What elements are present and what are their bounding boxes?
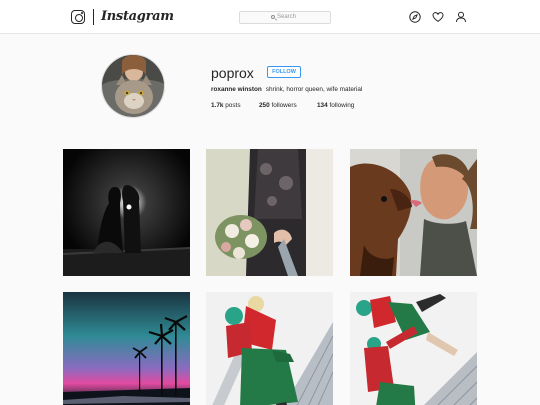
posts-count-label: posts [225, 102, 241, 109]
follow-button[interactable]: FOLLOW [267, 66, 301, 78]
profile-avatar[interactable] [101, 54, 165, 118]
post-thumbnail[interactable] [350, 149, 477, 276]
followers-count-label: followers [271, 102, 297, 109]
post-thumbnail[interactable] [63, 149, 190, 276]
following-count-value: 134 [317, 102, 328, 109]
post-thumbnail[interactable] [350, 292, 477, 405]
compass-icon[interactable] [409, 11, 421, 23]
instagram-glyph-icon[interactable] [71, 10, 85, 24]
profile-full-name: roxanne winston [211, 86, 262, 93]
posts-count: 1.7k posts [211, 101, 241, 111]
top-navigation-bar: Instagram Search [0, 0, 540, 34]
profile-bio: roxanne winston shrink, horror queen, wif… [211, 85, 362, 95]
search-placeholder[interactable]: Search [277, 12, 296, 23]
post-thumbnail[interactable] [206, 292, 333, 405]
post-thumbnail[interactable] [206, 149, 333, 276]
instagram-wordmark[interactable]: Instagram [101, 8, 174, 26]
followers-count[interactable]: 250 followers [259, 101, 297, 111]
following-count-label: following [329, 102, 355, 109]
followers-count-value: 250 [259, 102, 270, 109]
following-count[interactable]: 134 following [317, 101, 354, 111]
post-thumbnail[interactable] [63, 292, 190, 405]
heart-icon[interactable] [432, 11, 444, 23]
profile-username: poprox [211, 65, 254, 81]
posts-count-value: 1.7k [211, 102, 224, 109]
logo-divider [93, 9, 94, 25]
profile-bio-text: shrink, horror queen, wife material [265, 86, 363, 93]
search-icon [271, 15, 275, 19]
person-icon[interactable] [455, 11, 467, 23]
